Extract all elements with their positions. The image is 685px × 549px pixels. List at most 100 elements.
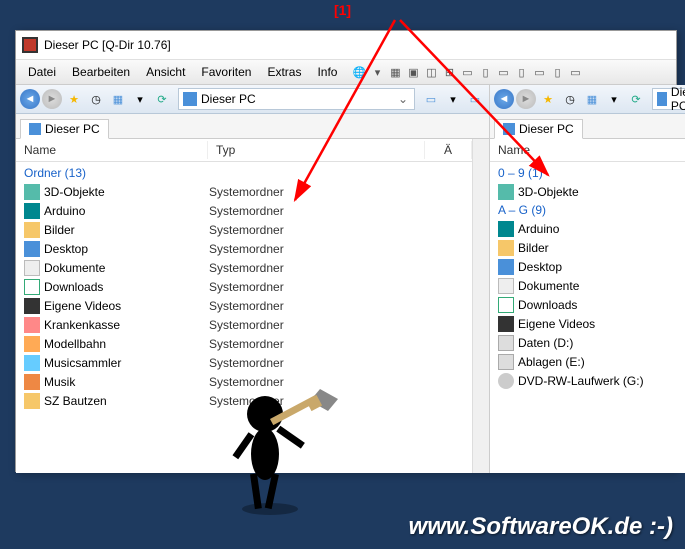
item-type: Systemordner [209,299,284,313]
col-a[interactable]: Ä [425,141,472,159]
left-column-header[interactable]: Name Typ Ä [16,139,472,162]
website-footer: www.SoftwareOK.de :-) [409,513,673,541]
item-name: Arduino [44,204,209,218]
history-icon[interactable]: ◷ [86,89,106,109]
item-icon [498,184,514,200]
right-column-header[interactable]: Name [490,139,685,162]
tab-label: Dieser PC [519,122,574,136]
layout-2-icon[interactable]: ▣ [405,64,421,80]
list-item[interactable]: DesktopSystemordner [16,239,472,258]
item-name: Eigene Videos [518,317,685,331]
item-icon [498,354,514,370]
left-tabbar: Dieser PC [16,114,489,139]
list-item[interactable]: Downloads [490,295,685,314]
address-bar[interactable]: Dieser PC ⌄ [178,88,415,110]
list-item[interactable]: Ablagen (E:) [490,352,685,371]
view-icon[interactable]: ▦ [582,89,602,109]
list-item[interactable]: Bilder [490,238,685,257]
item-icon [24,241,40,257]
item-type: Systemordner [209,242,284,256]
right-listing[interactable]: 0 – 9 (1)3D-ObjekteA – G (9)Arduino Bilde… [490,162,685,473]
annotation-label: [1] [334,2,351,18]
list-item[interactable]: Arduino [490,219,685,238]
col-name[interactable]: Name [16,141,208,159]
pane-icon-2[interactable]: ▭ [465,89,485,109]
dropdown-icon[interactable]: ▾ [130,89,150,109]
layout-6-icon[interactable]: ▯ [477,64,493,80]
menu-bearbeiten[interactable]: Bearbeiten [64,63,138,81]
item-icon [24,184,40,200]
left-scrollbar[interactable] [472,139,489,473]
app-icon [22,37,38,53]
list-item[interactable]: ModellbahnSystemordner [16,334,472,353]
computer-icon [657,92,667,106]
list-item[interactable]: Eigene Videos [490,314,685,333]
refresh-icon[interactable]: ⟳ [626,89,646,109]
col-name[interactable]: Name [490,141,685,159]
favorite-icon[interactable]: ★ [64,89,84,109]
left-tab[interactable]: Dieser PC [20,119,109,139]
list-item[interactable]: BilderSystemordner [16,220,472,239]
right-tab[interactable]: Dieser PC [494,119,583,139]
globe-icon[interactable]: 🌐 [351,64,367,80]
list-item[interactable]: Desktop [490,257,685,276]
list-item[interactable]: DVD-RW-Laufwerk (G:) [490,371,685,390]
item-type: Systemordner [209,337,284,351]
list-item[interactable]: 3D-ObjekteSystemordner [16,182,472,201]
menu-datei[interactable]: Datei [20,63,64,81]
refresh-icon[interactable]: ⟳ [152,89,172,109]
address-text: Dieser PC [671,85,685,113]
layout-10-icon[interactable]: ▯ [549,64,565,80]
address-dropdown-icon[interactable]: ⌄ [396,92,410,106]
group-label[interactable]: A – G (9) [490,201,685,219]
address-bar[interactable]: Dieser PC [652,88,685,110]
dropdown-icon[interactable]: ▾ [604,89,624,109]
item-name: Bilder [518,241,685,255]
layout-9-icon[interactable]: ▭ [531,64,547,80]
list-item[interactable]: KrankenkasseSystemordner [16,315,472,334]
menubar: Datei Bearbeiten Ansicht Favoriten Extra… [16,60,676,85]
layout-11-icon[interactable]: ▭ [567,64,583,80]
back-button[interactable]: ◄ [494,89,514,109]
layout-5-icon[interactable]: ▭ [459,64,475,80]
item-icon [498,278,514,294]
app-window: Dieser PC [Q-Dir 10.76] Datei Bearbeiten… [15,30,677,472]
list-item[interactable]: DownloadsSystemordner [16,277,472,296]
layout-7-icon[interactable]: ▭ [495,64,511,80]
layout-3-icon[interactable]: ◫ [423,64,439,80]
group-label[interactable]: 0 – 9 (1) [490,164,685,182]
item-name: Downloads [518,298,685,312]
list-item[interactable]: ArduinoSystemordner [16,201,472,220]
list-item[interactable]: Daten (D:) [490,333,685,352]
favorite-icon[interactable]: ★ [538,89,558,109]
mascot-image [200,379,340,519]
group-label[interactable]: Ordner (13) [16,164,472,182]
pane-icon-1[interactable]: ▭ [421,89,441,109]
forward-button[interactable]: ► [42,89,62,109]
menu-info[interactable]: Info [309,63,345,81]
list-item[interactable]: MusicsammlerSystemordner [16,353,472,372]
layout-4-icon[interactable]: ⊞ [441,64,457,80]
menu-favoriten[interactable]: Favoriten [193,63,259,81]
menu-extras[interactable]: Extras [259,63,309,81]
list-item[interactable]: Dokumente [490,276,685,295]
pane-dd-1[interactable]: ▾ [443,89,463,109]
list-item[interactable]: 3D-Objekte [490,182,685,201]
dropdown-icon[interactable]: ▾ [369,64,385,80]
layout-1-icon[interactable]: ▦ [387,64,403,80]
item-type: Systemordner [209,204,284,218]
list-item[interactable]: Eigene VideosSystemordner [16,296,472,315]
col-typ[interactable]: Typ [208,141,425,159]
right-pane: ◄ ► ★ ◷ ▦ ▾ ⟳ Dieser PC Dieser PC [490,85,685,473]
list-item[interactable]: DokumenteSystemordner [16,258,472,277]
back-button[interactable]: ◄ [20,89,40,109]
item-icon [498,335,514,351]
menu-ansicht[interactable]: Ansicht [138,63,193,81]
forward-button[interactable]: ► [516,89,536,109]
view-icon[interactable]: ▦ [108,89,128,109]
item-icon [498,240,514,256]
item-name: Dokumente [44,261,209,275]
layout-8-icon[interactable]: ▯ [513,64,529,80]
titlebar[interactable]: Dieser PC [Q-Dir 10.76] [16,31,676,60]
history-icon[interactable]: ◷ [560,89,580,109]
